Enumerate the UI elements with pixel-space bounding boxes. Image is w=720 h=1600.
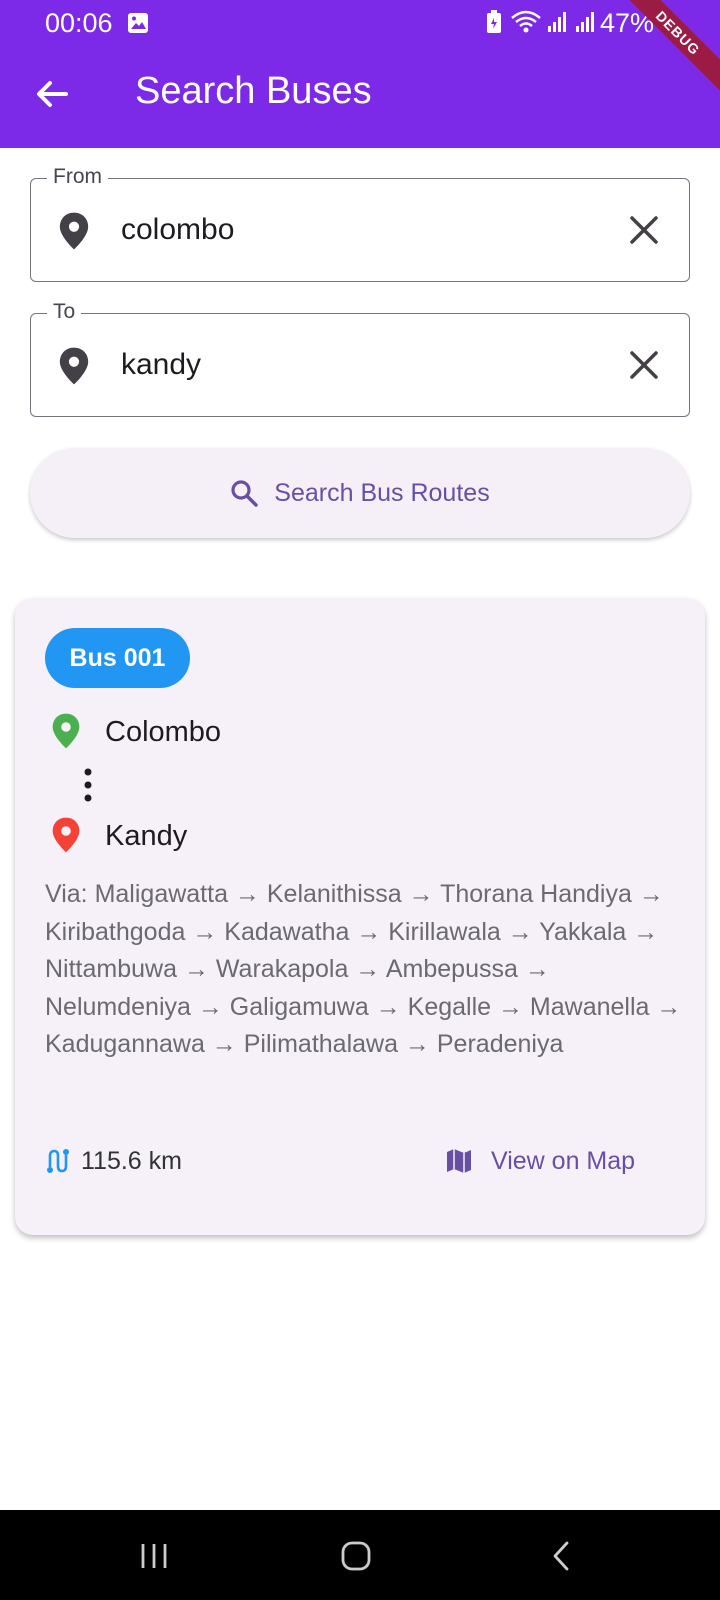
view-on-map-label: View on Map <box>491 1146 636 1175</box>
origin-stop: Colombo <box>105 716 222 748</box>
search-button-label: Search Bus Routes <box>274 478 490 507</box>
from-field-label: From <box>47 165 108 189</box>
route-icon <box>47 1149 69 1173</box>
search-icon <box>231 480 259 507</box>
origin-pin-icon <box>52 713 80 749</box>
from-field[interactable]: From colombo <box>30 165 690 282</box>
battery-saver-icon <box>487 10 501 33</box>
wifi-icon <box>511 10 541 33</box>
location-pin-icon <box>59 347 89 385</box>
location-pin-icon <box>59 212 89 250</box>
destination-stop: Kandy <box>105 820 188 852</box>
clear-to-button[interactable] <box>627 348 661 382</box>
via-stops: Via: Maligawatta → Kelanithissa → Thoran… <box>45 880 682 1058</box>
to-field[interactable]: To kandy <box>30 300 690 417</box>
system-nav-bar <box>0 1510 720 1600</box>
search-bus-routes-button[interactable]: Search Bus Routes <box>30 448 690 538</box>
from-input[interactable]: colombo <box>121 213 234 247</box>
route-card[interactable]: Bus 001 Colombo Kandy Via: Maligawatta →… <box>15 598 705 1235</box>
signal-icon-1 <box>548 12 566 32</box>
back-button[interactable] <box>30 72 74 116</box>
recent-apps-icon[interactable] <box>138 1540 170 1572</box>
map-icon <box>447 1149 471 1173</box>
view-on-map-button[interactable]: View on Map <box>445 1143 635 1179</box>
gallery-icon <box>128 13 148 33</box>
app-bar: 00:06 47% DEBUG Search Buses <box>0 0 720 148</box>
back-nav-icon[interactable] <box>546 1540 578 1572</box>
bus-number-badge: Bus 001 <box>45 628 190 688</box>
status-time: 00:06 <box>45 8 113 38</box>
page-title: Search Buses <box>135 70 372 112</box>
distance-text: 115.6 km <box>81 1146 182 1175</box>
distance: 115.6 km <box>45 1143 182 1179</box>
destination-pin-icon <box>52 817 80 853</box>
to-field-label: To <box>47 300 82 324</box>
clear-from-button[interactable] <box>627 213 661 247</box>
to-input[interactable]: kandy <box>121 348 201 382</box>
home-icon[interactable] <box>340 1540 372 1572</box>
more-vert-icon <box>84 768 92 802</box>
status-bar: 00:06 47% <box>0 0 720 46</box>
signal-icon-2 <box>576 12 594 32</box>
